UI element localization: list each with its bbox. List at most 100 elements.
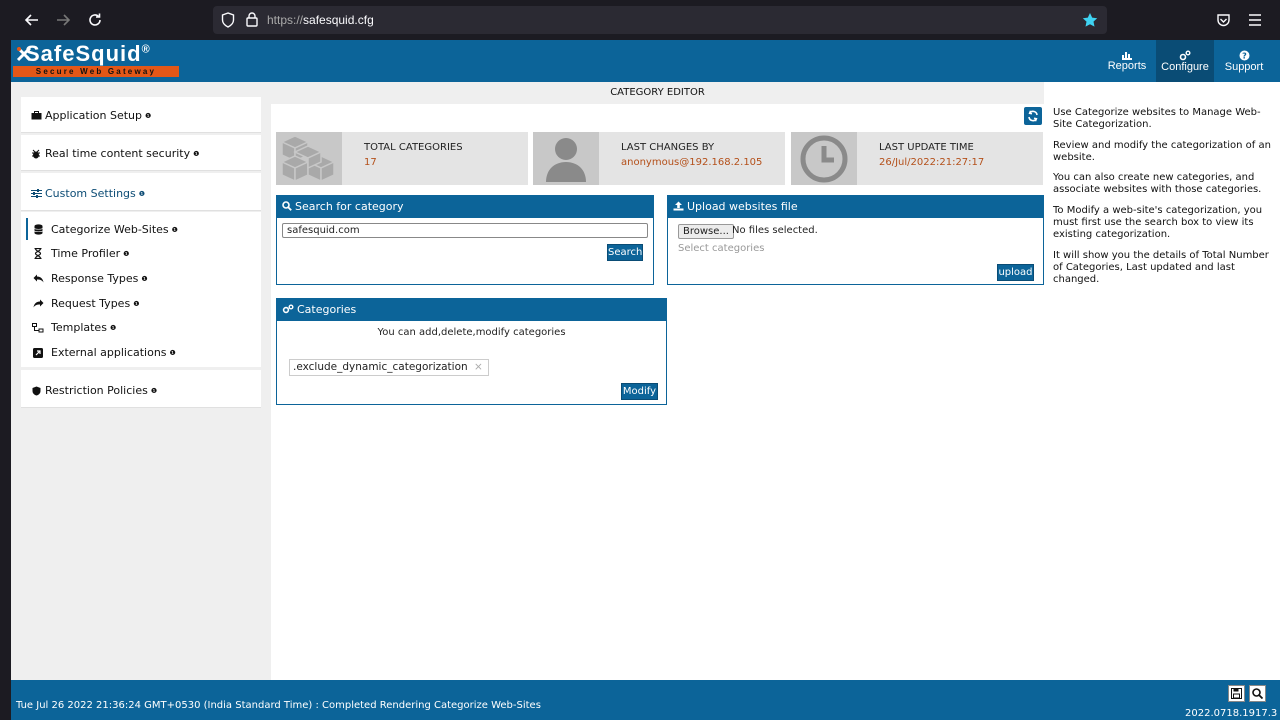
upload-button[interactable]: upload: [997, 264, 1034, 281]
sidebar-realtime-security[interactable]: Real time content security ❶: [21, 135, 261, 171]
app-header: SafeSquid® Secure Web Gateway Reports Co…: [11, 40, 1280, 82]
hourglass-icon: [31, 248, 45, 259]
cubes-icon: [276, 132, 342, 185]
categories-panel-header: Categories: [277, 299, 666, 321]
stat-last-changes: LAST CHANGES BY anonymous@192.168.2.105: [533, 132, 785, 185]
search-panel-title: Search for category: [295, 200, 404, 213]
search-icon: [282, 201, 292, 211]
sidebar-application-setup-label: Application Setup: [45, 109, 142, 122]
nav-configure[interactable]: Configure: [1156, 40, 1214, 82]
info-icon[interactable]: ❶: [170, 349, 176, 357]
logo-tagline: Secure Web Gateway: [13, 66, 179, 77]
lock-icon[interactable]: [246, 12, 258, 30]
nav-support[interactable]: ? Support: [1217, 40, 1271, 82]
categories-panel: Categories You can add,delete,modify cat…: [276, 298, 667, 405]
reload-icon[interactable]: [83, 8, 107, 32]
info-icon[interactable]: ❶: [172, 226, 178, 234]
back-arrow-icon[interactable]: [20, 8, 44, 32]
info-icon[interactable]: ❶: [139, 190, 145, 198]
sidebar-item-label: Response Types: [51, 272, 139, 285]
sidebar-item-request-types[interactable]: Request Types ❶: [31, 297, 139, 310]
sidebar-restriction-label: Restriction Policies: [45, 384, 148, 397]
select-categories-input[interactable]: Select categories: [678, 243, 764, 254]
tag-remove-icon[interactable]: ×: [474, 360, 483, 375]
logo-wordmark: SafeSquid®: [25, 41, 151, 66]
categories-panel-title: Categories: [297, 303, 357, 316]
help-panel: Use Categorize websites to Manage Web-Si…: [1044, 82, 1280, 680]
pocket-icon[interactable]: [1211, 8, 1235, 32]
sliders-icon: [29, 189, 43, 198]
help-paragraph: To Modify a web-site's categorization, y…: [1053, 205, 1263, 240]
refresh-icon: [1028, 110, 1038, 122]
sidebar-item-external-apps[interactable]: External applications ❶: [31, 346, 176, 359]
status-bar: Tue Jul 26 2022 21:36:24 GMT+0530 (India…: [11, 680, 1280, 720]
stat-value: anonymous@192.168.2.105: [621, 157, 763, 168]
search-toggle-button[interactable]: [1249, 685, 1266, 702]
refresh-button[interactable]: [1024, 107, 1042, 125]
help-paragraph: Review and modify the categorization of …: [1053, 140, 1271, 163]
search-input[interactable]: safesquid.com: [282, 223, 648, 238]
sidebar-item-response-types[interactable]: Response Types ❶: [31, 272, 148, 285]
nav-reports[interactable]: Reports: [1099, 40, 1155, 82]
stat-title: LAST UPDATE TIME: [879, 142, 974, 153]
stat-title: LAST CHANGES BY: [621, 142, 715, 153]
info-icon[interactable]: ❶: [110, 324, 116, 332]
save-button[interactable]: [1228, 685, 1245, 702]
sidebar-item-label: Templates: [51, 321, 107, 334]
version-label: 2022.0718.1917.3: [1185, 708, 1278, 719]
modify-button[interactable]: Modify: [621, 383, 658, 400]
app-window: SafeSquid® Secure Web Gateway Reports Co…: [11, 40, 1280, 720]
save-icon: [1231, 688, 1242, 699]
browse-button[interactable]: Browse...: [678, 224, 734, 239]
search-button[interactable]: Search: [607, 244, 643, 261]
sidebar-custom-settings[interactable]: Custom Settings ❶: [21, 173, 261, 211]
info-icon[interactable]: ❶: [123, 250, 129, 258]
user-icon: [533, 132, 599, 185]
sidebar-realtime-label: Real time content security: [45, 147, 191, 160]
stat-value: 26/Jul/2022:21:27:17: [879, 157, 985, 168]
forward-arrow-icon[interactable]: [51, 8, 75, 32]
info-icon[interactable]: ❶: [145, 112, 151, 120]
upload-panel-header: Upload websites file: [668, 196, 1043, 218]
info-icon[interactable]: ❶: [151, 387, 157, 395]
url-text[interactable]: https://safesquid.cfg: [267, 13, 374, 27]
shield-icon[interactable]: [221, 12, 235, 31]
cogs-icon: [1179, 50, 1191, 60]
sidebar-custom-settings-label: Custom Settings: [45, 187, 136, 200]
sidebar-item-categorize[interactable]: Categorize Web-Sites ❶: [31, 223, 178, 236]
status-message: Tue Jul 26 2022 21:36:24 GMT+0530 (India…: [16, 700, 541, 711]
sitemap-icon: [31, 322, 45, 333]
info-icon[interactable]: ❶: [193, 150, 199, 158]
category-tag: .exclude_dynamic_categorization ×: [289, 359, 489, 376]
active-indicator: [26, 218, 28, 240]
search-panel-header: Search for category: [277, 196, 653, 218]
sidebar-restriction-policies[interactable]: Restriction Policies ❶: [21, 370, 261, 408]
page-title: CATEGORY EDITOR: [610, 87, 705, 98]
sidebar-item-time-profiler[interactable]: Time Profiler ❶: [31, 247, 129, 260]
info-icon[interactable]: ❶: [133, 300, 139, 308]
sidebar-application-setup[interactable]: Application Setup ❶: [21, 97, 261, 133]
shield-icon: [29, 386, 43, 396]
briefcase-icon: [29, 111, 43, 120]
database-icon: [31, 224, 45, 235]
nav-configure-label: Configure: [1161, 60, 1209, 73]
help-paragraph: You can also create new categories, and …: [1053, 172, 1262, 195]
help-paragraph: It will show you the details of Total Nu…: [1053, 250, 1269, 285]
upload-panel-title: Upload websites file: [687, 200, 798, 213]
sidebar-item-label: External applications: [51, 346, 167, 359]
url-bar[interactable]: https://safesquid.cfg: [213, 6, 1107, 34]
category-tag-label: .exclude_dynamic_categorization: [293, 361, 468, 373]
no-file-label: No files selected.: [732, 225, 818, 236]
page-title-bar: CATEGORY EDITOR: [271, 82, 1044, 104]
external-link-icon: [31, 347, 45, 358]
help-paragraph: Use Categorize websites to Manage Web-Si…: [1053, 107, 1261, 130]
hamburger-menu-icon[interactable]: [1243, 8, 1267, 32]
bookmark-star-icon[interactable]: [1082, 12, 1098, 31]
sidebar-item-templates[interactable]: Templates ❶: [31, 321, 116, 334]
info-icon[interactable]: ❶: [141, 275, 147, 283]
svg-text:?: ?: [1242, 51, 1247, 60]
upload-icon: [673, 201, 684, 211]
cogs-icon: [282, 304, 294, 314]
nav-support-label: Support: [1224, 60, 1264, 73]
stat-last-update: LAST UPDATE TIME 26/Jul/2022:21:27:17: [791, 132, 1043, 185]
